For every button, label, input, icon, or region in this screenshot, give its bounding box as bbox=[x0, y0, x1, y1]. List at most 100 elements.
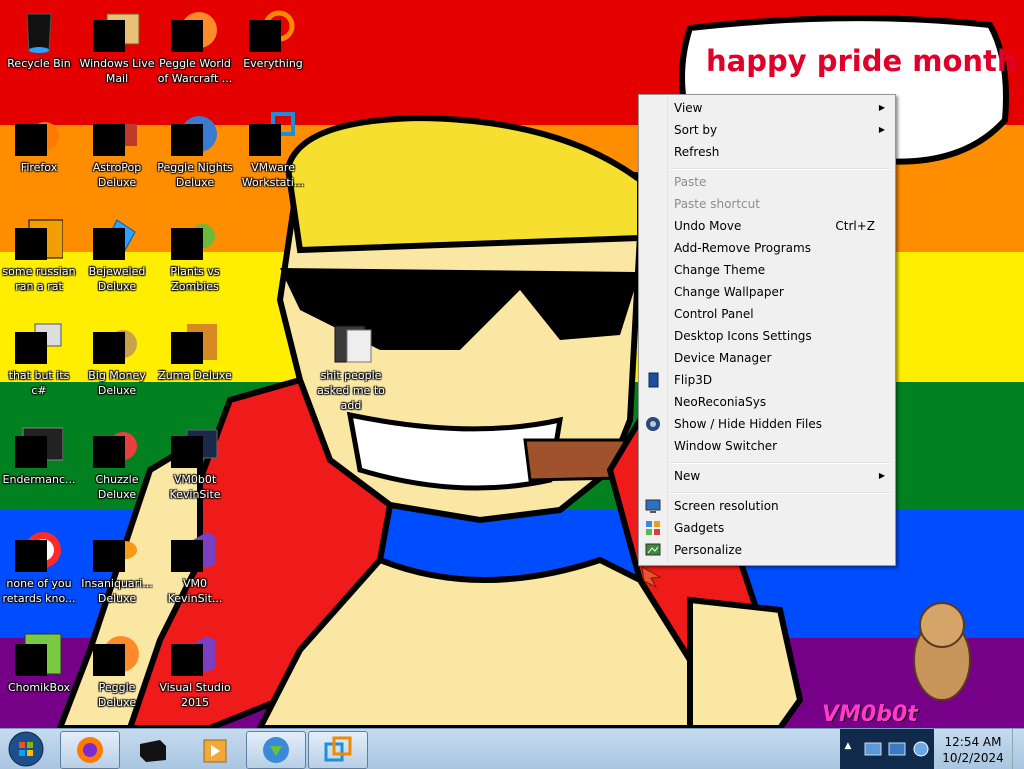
taskbar-button-internet-download-manager[interactable] bbox=[246, 731, 306, 769]
menu-item-label: Show / Hide Hidden Files bbox=[674, 417, 822, 431]
submenu-arrow-icon: ▶ bbox=[878, 103, 885, 112]
desktop-context-menu[interactable]: View ▶ Sort by ▶ Refresh Paste Paste short… bbox=[638, 94, 896, 566]
redacted-block bbox=[15, 124, 47, 156]
menu-item-window-switcher[interactable]: Window Switcher bbox=[641, 435, 893, 457]
desktop-icon-zuma[interactable]: Zuma Deluxe bbox=[156, 312, 234, 383]
menu-item-sort-by[interactable]: Sort by ▶ bbox=[641, 119, 893, 141]
media-player-icon bbox=[203, 739, 227, 763]
desktop-icon-peggle-deluxe[interactable]: Peggle Deluxe bbox=[78, 624, 156, 710]
bubble-text: happy pride month bbox=[706, 44, 1018, 78]
redacted-block bbox=[171, 332, 203, 364]
menu-item-flip3d[interactable]: Flip3D bbox=[641, 369, 893, 391]
clock-time: 12:54 AM bbox=[944, 735, 1002, 749]
redacted-block bbox=[93, 124, 125, 156]
menu-item-add-remove-programs[interactable]: Add-Remove Programs bbox=[641, 237, 893, 259]
desktop-icon-everything[interactable]: Everything bbox=[234, 0, 312, 71]
desktop-icon-vm0-kevinsite[interactable]: VM0 KevinSit... bbox=[156, 520, 234, 606]
icon-label: that but its c# bbox=[8, 369, 70, 397]
desktop-icon-none-of-you[interactable]: none of you retards kno... bbox=[0, 520, 78, 606]
icon-label: Peggle Deluxe bbox=[97, 681, 137, 709]
network-icon[interactable] bbox=[864, 740, 882, 758]
icon-label: Plants vs Zombies bbox=[170, 265, 220, 293]
menu-item-neoreconiasys[interactable]: NeoReconiaSys bbox=[641, 391, 893, 413]
desktop-icon-endermanch[interactable]: Endermanc... bbox=[0, 416, 78, 487]
submenu-arrow-icon: ▶ bbox=[878, 471, 885, 480]
menu-item-personalize[interactable]: Personalize bbox=[641, 539, 893, 561]
menu-item-desktop-icons-settings[interactable]: Desktop Icons Settings bbox=[641, 325, 893, 347]
desktop-icon-chuzzle[interactable]: Chuzzle Deluxe bbox=[78, 416, 156, 502]
vmware-icon bbox=[324, 736, 352, 762]
menu-item-label: Screen resolution bbox=[674, 499, 779, 513]
desktop-icon-peggle-wow[interactable]: Peggle World of Warcraft ... bbox=[156, 0, 234, 86]
redacted-block bbox=[171, 644, 203, 676]
menu-item-label: Change Wallpaper bbox=[674, 285, 784, 299]
desktop-icon-plants-vs-zombies[interactable]: Plants vs Zombies bbox=[156, 208, 234, 294]
desktop-icon-vmware[interactable]: VMware Workstati... bbox=[234, 104, 312, 190]
redacted-block bbox=[93, 228, 125, 260]
icon-label: Chuzzle Deluxe bbox=[95, 473, 139, 501]
menu-item-refresh[interactable]: Refresh bbox=[641, 141, 893, 163]
menu-item-label: Device Manager bbox=[674, 351, 772, 365]
submenu-arrow-icon: ▶ bbox=[878, 125, 885, 134]
menu-item-label: Add-Remove Programs bbox=[674, 241, 811, 255]
redacted-block bbox=[93, 644, 125, 676]
menu-item-show-hide-hidden-files[interactable]: Show / Hide Hidden Files bbox=[641, 413, 893, 435]
icon-label: AstroPop Deluxe bbox=[92, 161, 142, 189]
desktop-icon-russian-rat[interactable]: some russian ran a rat bbox=[0, 208, 78, 294]
icon-label: Big Money Deluxe bbox=[88, 369, 146, 397]
desktop-icon-firefox[interactable]: Firefox bbox=[0, 104, 78, 175]
personalize-icon bbox=[645, 543, 661, 556]
desktop-icon-chomikbox[interactable]: ChomikBox bbox=[0, 624, 78, 695]
menu-item-change-theme[interactable]: Change Theme bbox=[641, 259, 893, 281]
flip3d-icon bbox=[648, 372, 659, 388]
redacted-block bbox=[171, 228, 203, 260]
icon-label: Recycle Bin bbox=[7, 57, 71, 70]
desktop-icon-vm0b0t-kevinsite[interactable]: VM0b0t KevinSite bbox=[156, 416, 234, 502]
desktop-icon-visual-studio[interactable]: Visual Studio 2015 bbox=[156, 624, 234, 710]
taskbar-button-firefox[interactable] bbox=[60, 731, 120, 769]
desktop-icon-windows-live-mail[interactable]: Windows Live Mail bbox=[78, 0, 156, 86]
desktop-icon-recycle-bin[interactable]: Recycle Bin bbox=[0, 0, 78, 71]
tray-clock[interactable]: 12:54 AM 10/2/2024 bbox=[936, 734, 1010, 766]
menu-item-control-panel[interactable]: Control Panel bbox=[641, 303, 893, 325]
desktop-icon-that-but-csharp[interactable]: that but its c# bbox=[0, 312, 78, 398]
menu-separator bbox=[670, 168, 890, 170]
mouse-cursor-icon bbox=[641, 566, 662, 589]
redacted-block bbox=[93, 436, 125, 468]
show-hidden-icons-arrow[interactable]: ▲ bbox=[842, 741, 854, 755]
show-desktop-button[interactable] bbox=[1012, 729, 1024, 769]
volume-icon[interactable] bbox=[912, 740, 930, 758]
menu-item-shortcut: Ctrl+Z bbox=[835, 219, 875, 233]
desktop-icon-folder[interactable]: shit people asked me to add bbox=[312, 312, 390, 413]
menu-item-change-wallpaper[interactable]: Change Wallpaper bbox=[641, 281, 893, 303]
menu-item-screen-resolution[interactable]: Screen resolution bbox=[641, 495, 893, 517]
menu-item-label: Flip3D bbox=[674, 373, 713, 387]
desktop-icon-astropop[interactable]: AstroPop Deluxe bbox=[78, 104, 156, 190]
taskbar-button-media-player[interactable] bbox=[184, 731, 244, 769]
icon-label: Firefox bbox=[20, 161, 58, 174]
tray-area: ▲ bbox=[840, 729, 934, 769]
menu-item-label: View bbox=[674, 101, 703, 115]
menu-item-gadgets[interactable]: Gadgets bbox=[641, 517, 893, 539]
desktop-icon-big-money[interactable]: Big Money Deluxe bbox=[78, 312, 156, 398]
start-orb-icon bbox=[8, 731, 44, 767]
start-button[interactable] bbox=[4, 730, 48, 768]
menu-item-undo-move[interactable]: Undo Move Ctrl+Z bbox=[641, 215, 893, 237]
desktop-icon-bejeweled[interactable]: Bejeweled Deluxe bbox=[78, 208, 156, 294]
internet-download-manager-icon bbox=[263, 737, 289, 763]
desktop-icon-insaniquarium[interactable]: Insaniquari... Deluxe bbox=[78, 520, 156, 606]
signature: VM0b0t bbox=[822, 702, 918, 727]
menu-item-label: Refresh bbox=[674, 145, 720, 159]
clock-date: 10/2/2024 bbox=[942, 751, 1004, 765]
display-icon[interactable] bbox=[888, 740, 906, 758]
menu-item-new[interactable]: New ▶ bbox=[641, 465, 893, 487]
menu-item-view[interactable]: View ▶ bbox=[641, 97, 893, 119]
taskbar-button-vmware[interactable] bbox=[308, 731, 368, 769]
menu-item-paste: Paste bbox=[641, 171, 893, 193]
icon-label: Visual Studio 2015 bbox=[159, 681, 231, 709]
taskbar-button-terminal[interactable] bbox=[122, 731, 182, 769]
menu-item-device-manager[interactable]: Device Manager bbox=[641, 347, 893, 369]
icon-label: Insaniquari... Deluxe bbox=[81, 577, 153, 605]
desktop-icon-peggle-nights[interactable]: Peggle Nights Deluxe bbox=[156, 104, 234, 190]
redacted-block bbox=[171, 436, 203, 468]
